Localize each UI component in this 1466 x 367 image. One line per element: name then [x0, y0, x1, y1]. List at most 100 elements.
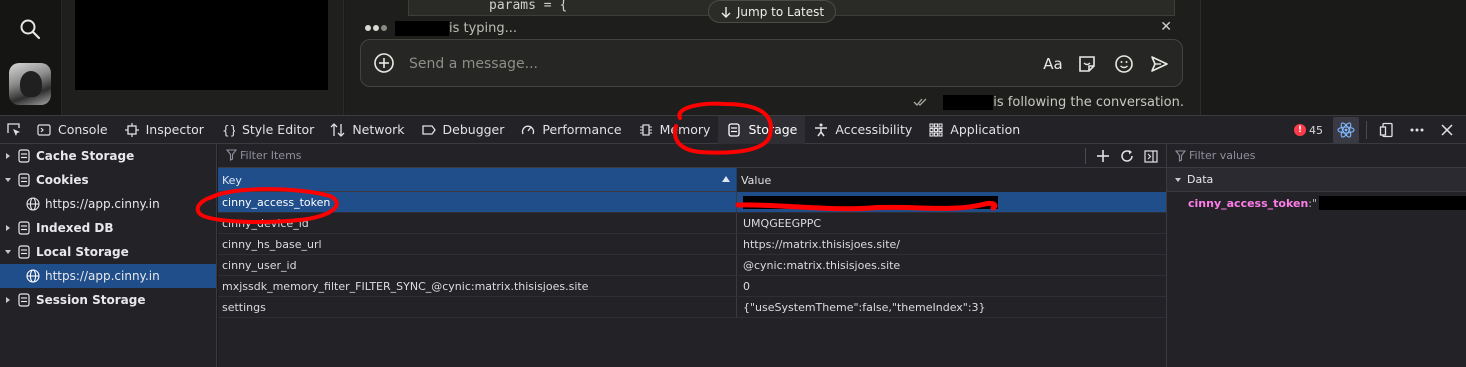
- toggle-sidebar-icon[interactable]: [1144, 149, 1158, 163]
- tree-item-label: https://app.cinny.in: [45, 269, 160, 283]
- typing-dot: [381, 25, 387, 31]
- filter-icon: [1175, 150, 1186, 162]
- data-entry[interactable]: cinny_access_token :": [1167, 192, 1466, 214]
- tab-network[interactable]: Network: [322, 116, 412, 144]
- table-cell-key: settings: [218, 297, 737, 317]
- close-devtools-button[interactable]: [1434, 117, 1460, 143]
- console-icon: [36, 122, 52, 138]
- tab-inspector[interactable]: Inspector: [116, 116, 212, 144]
- tab-label: Storage: [748, 122, 798, 137]
- react-devtools-button[interactable]: [1333, 117, 1359, 143]
- table-cell-value: https://matrix.thisisjoes.site/: [743, 237, 900, 251]
- tab-label: Memory: [659, 122, 711, 137]
- table-row[interactable]: cinny_hs_base_url https://matrix.thisisj…: [218, 234, 1166, 255]
- tree-item-cookies[interactable]: Cookies: [0, 168, 216, 192]
- accessibility-icon: [813, 122, 829, 138]
- table-cell-key: cinny_device_id: [218, 213, 737, 233]
- chevron-down-icon[interactable]: [3, 247, 13, 257]
- tree-item-local-storage-origin[interactable]: https://app.cinny.in: [0, 264, 216, 288]
- tab-debugger[interactable]: Debugger: [413, 116, 513, 144]
- storage-icon: [17, 149, 31, 163]
- storage-table-area: Key Value cinny_access_token cinny_devic…: [218, 144, 1166, 367]
- application-icon: [928, 122, 944, 138]
- tree-item-session-storage[interactable]: Session Storage: [0, 288, 216, 312]
- storage-icon: [726, 122, 742, 138]
- tree-item-label: Local Storage: [36, 245, 129, 259]
- send-icon: [1151, 56, 1168, 72]
- column-header-value[interactable]: Value: [737, 168, 1166, 192]
- responsive-design-button[interactable]: [1374, 117, 1400, 143]
- chat-app-area: params = { Jump to Latest is typing... ✕…: [0, 0, 1466, 115]
- close-icon[interactable]: ✕: [1160, 19, 1172, 35]
- nav-rail: [0, 0, 62, 115]
- globe-icon: [26, 197, 40, 211]
- tab-storage[interactable]: Storage: [718, 115, 806, 144]
- send-button[interactable]: [1147, 52, 1171, 76]
- redacted-token: [743, 195, 998, 209]
- tree-item-local-storage[interactable]: Local Storage: [0, 240, 216, 264]
- tab-performance[interactable]: Performance: [512, 116, 629, 144]
- data-section-label: Data: [1187, 173, 1214, 186]
- redacted-username: [395, 20, 449, 36]
- data-entry-key: cinny_access_token: [1188, 196, 1309, 210]
- tab-style-editor[interactable]: {} Style Editor: [212, 116, 322, 144]
- error-icon: !: [1294, 124, 1306, 136]
- add-attachment-icon[interactable]: [373, 52, 395, 74]
- refresh-icon[interactable]: [1120, 149, 1134, 163]
- table-row[interactable]: cinny_device_id UMQGEEGPPC: [218, 213, 1166, 234]
- double-check-icon: [913, 98, 927, 106]
- redacted-token: [1319, 196, 1466, 210]
- typing-indicator: is typing... ✕: [365, 19, 1180, 37]
- table-actions: [1085, 144, 1158, 168]
- table-header: Key Value: [218, 168, 1166, 192]
- jump-to-latest-label: Jump to Latest: [736, 4, 825, 19]
- column-header-key[interactable]: Key: [218, 168, 737, 192]
- more-options-button[interactable]: [1404, 117, 1430, 143]
- data-section-header[interactable]: Data: [1167, 168, 1466, 192]
- table-cell-value: [737, 192, 1166, 212]
- tab-application[interactable]: Application: [920, 116, 1028, 144]
- sticker-button[interactable]: [1075, 52, 1099, 76]
- tab-console[interactable]: Console: [28, 116, 116, 144]
- storage-icon: [17, 221, 31, 235]
- chevron-down-icon[interactable]: [1173, 175, 1183, 185]
- typing-dot: [373, 25, 379, 31]
- tree-item-indexed-db[interactable]: Indexed DB: [0, 216, 216, 240]
- sticker-icon: [1079, 56, 1095, 72]
- chevron-right-icon[interactable]: [3, 151, 13, 161]
- filter-items-input[interactable]: [218, 144, 818, 167]
- text-format-icon: Aa: [1043, 55, 1063, 73]
- avatar[interactable]: [9, 63, 51, 105]
- error-count-badge[interactable]: ! 45: [1294, 124, 1323, 137]
- data-entry-separator: :": [1308, 196, 1318, 210]
- read-receipt-row: is following the conversation.: [913, 93, 1184, 111]
- chevron-down-icon[interactable]: [3, 175, 13, 185]
- table-row[interactable]: cinny_user_id @cynic:matrix.thisisjoes.s…: [218, 255, 1166, 276]
- table-row[interactable]: mxjssdk_memory_filter_FILTER_SYNC_@cynic…: [218, 276, 1166, 297]
- tree-item-cache-storage[interactable]: Cache Storage: [0, 144, 216, 168]
- search-button[interactable]: [13, 12, 47, 46]
- table-cell-key: mxjssdk_memory_filter_FILTER_SYNC_@cynic…: [218, 276, 737, 296]
- tree-item-cookies-origin[interactable]: https://app.cinny.in: [0, 192, 216, 216]
- table-cell-value: UMQGEEGPPC: [743, 216, 822, 230]
- debugger-icon: [421, 122, 437, 138]
- tab-accessibility[interactable]: Accessibility: [805, 116, 920, 144]
- devtools-tabs: Console Inspector {} Style Editor Network Deb…: [28, 115, 1028, 144]
- message-input[interactable]: [409, 40, 909, 88]
- column-header-label: Value: [741, 173, 772, 187]
- chevron-right-icon[interactable]: [3, 223, 13, 233]
- element-picker-button[interactable]: [0, 116, 28, 144]
- devtools-toolbar: Console Inspector {} Style Editor Network Deb…: [0, 115, 1466, 144]
- filter-values-input[interactable]: [1167, 144, 1447, 166]
- tab-memory[interactable]: Memory: [630, 116, 719, 144]
- toolbar-right-controls: ! 45: [1294, 116, 1466, 144]
- tree-item-label: Cache Storage: [36, 149, 135, 163]
- add-item-icon[interactable]: [1096, 149, 1110, 163]
- responsive-mode-icon: [1379, 122, 1393, 138]
- storage-icon: [17, 293, 31, 307]
- text-format-button[interactable]: Aa: [1041, 52, 1065, 76]
- emoji-button[interactable]: [1112, 52, 1136, 76]
- table-row[interactable]: settings {"useSystemTheme":false,"themeI…: [218, 297, 1166, 318]
- chevron-right-icon[interactable]: [3, 295, 13, 305]
- table-row[interactable]: cinny_access_token: [218, 192, 1166, 213]
